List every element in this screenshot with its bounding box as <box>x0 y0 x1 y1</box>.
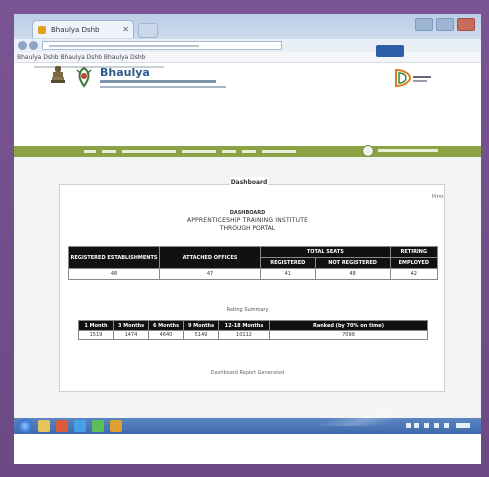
nav-item-7[interactable] <box>262 150 296 153</box>
start-button[interactable] <box>18 419 32 433</box>
close-icon[interactable]: ✕ <box>122 21 129 39</box>
table-cell[interactable]: 5149 <box>183 330 219 340</box>
nav-item-4[interactable] <box>182 150 216 153</box>
table-subheader: NOT REGISTERED <box>314 257 391 269</box>
tab-title: Bhaulya Dshb <box>51 26 100 34</box>
brand-title: Bhaulya <box>100 66 150 79</box>
clock[interactable] <box>456 423 470 428</box>
skip-button[interactable] <box>376 45 404 57</box>
panel-subheading: APPRENTICESHIP TRAINING INSTITUTE <box>186 217 309 224</box>
user-name[interactable] <box>378 149 438 152</box>
screen-glare <box>314 406 434 426</box>
table-cell[interactable]: 41 <box>260 268 316 280</box>
table-header: REGISTERED ESTABLISHMENTS <box>68 246 160 269</box>
panel-heading: DASHBOARD <box>229 210 266 216</box>
table-header: ATTACHED OFFICES <box>159 246 261 269</box>
new-tab-button[interactable] <box>138 23 158 38</box>
app-icon[interactable] <box>56 420 68 432</box>
favicon-icon <box>38 26 46 34</box>
table-header: 12-18 Months <box>218 320 270 331</box>
table-header: 1 Month <box>78 320 114 331</box>
table-header-row: REGISTERED ESTABLISHMENTS ATTACHED OFFIC… <box>68 246 439 269</box>
rating-table: 1 Month 3 Months 6 Months 9 Months 12-18… <box>78 320 428 340</box>
minimize-button[interactable] <box>415 18 433 31</box>
table-cell[interactable]: 10112 <box>218 330 270 340</box>
table-subheader: REGISTERED <box>260 257 316 269</box>
digital-india-logo-icon <box>395 68 431 88</box>
nav-item-6[interactable] <box>242 150 256 153</box>
table-header: Ranked (by 70% on time) <box>269 320 428 331</box>
panel-subheading-2: THROUGH PORTAL <box>219 225 276 232</box>
url-text <box>49 45 199 47</box>
rating-label: Rating Summary <box>226 307 269 313</box>
table-row: 48 47 41 48 42 <box>68 268 439 280</box>
emblem-icon <box>51 66 65 83</box>
bhaulya-logo-icon <box>76 66 92 88</box>
forward-button[interactable] <box>29 41 38 50</box>
monitor-screen: Bhaulya Dshb ✕ Bhaulya Dshb Bhaulya Dshb… <box>14 14 481 464</box>
table-subheader: EMPLOYED <box>389 257 439 269</box>
print-link[interactable]: Print <box>432 194 444 200</box>
table-row: 1519 1474 4640 5149 10112 7099 <box>78 330 428 340</box>
back-button[interactable] <box>18 41 27 50</box>
app-icon-2[interactable] <box>110 420 122 432</box>
table-header: 9 Months <box>183 320 219 331</box>
close-button[interactable] <box>457 18 475 31</box>
folder-icon[interactable] <box>38 420 50 432</box>
nav-item-home[interactable] <box>84 150 96 153</box>
table-cell[interactable]: 1519 <box>78 330 114 340</box>
monitor-bezel <box>14 434 481 464</box>
bookmarks-bar[interactable]: Bhaulya Dshb Bhaulya Dshb Bhaulya Dshb <box>14 52 481 63</box>
volume-icon[interactable] <box>434 423 439 428</box>
table-cell[interactable]: 42 <box>389 268 439 280</box>
table-cell[interactable]: 48 <box>314 268 391 280</box>
browser-tab[interactable]: Bhaulya Dshb ✕ <box>32 20 134 38</box>
table-header: 3 Months <box>113 320 149 331</box>
panel-legend: Dashboard <box>230 177 268 189</box>
address-bar[interactable] <box>42 41 282 50</box>
nav-item-3[interactable] <box>122 150 176 153</box>
nav-item-5[interactable] <box>222 150 236 153</box>
table-header-row: 1 Month 3 Months 6 Months 9 Months 12-18… <box>78 320 428 331</box>
table-header: TOTAL SEATS <box>260 246 391 258</box>
brand-tagline <box>100 86 226 88</box>
window-controls <box>415 18 475 31</box>
nav-item-2[interactable] <box>102 150 116 153</box>
brand-subtitle <box>100 80 216 83</box>
table-header: 6 Months <box>148 320 184 331</box>
table-cell[interactable]: 1474 <box>113 330 149 340</box>
media-icon[interactable] <box>92 420 104 432</box>
table-cell[interactable]: 47 <box>159 268 261 280</box>
footer-note: Dashboard Report Generated <box>210 370 285 376</box>
address-row <box>14 39 481 53</box>
maximize-button[interactable] <box>436 18 454 31</box>
network-icon[interactable] <box>444 423 449 428</box>
summary-table: REGISTERED ESTABLISHMENTS ATTACHED OFFIC… <box>68 246 439 280</box>
table-cell[interactable]: 4640 <box>148 330 184 340</box>
table-cell[interactable]: 7099 <box>269 330 428 340</box>
table-cell[interactable]: 48 <box>68 268 160 280</box>
browser-icon[interactable] <box>74 420 86 432</box>
table-header: RETIRING <box>389 246 439 258</box>
user-avatar[interactable] <box>362 145 374 157</box>
